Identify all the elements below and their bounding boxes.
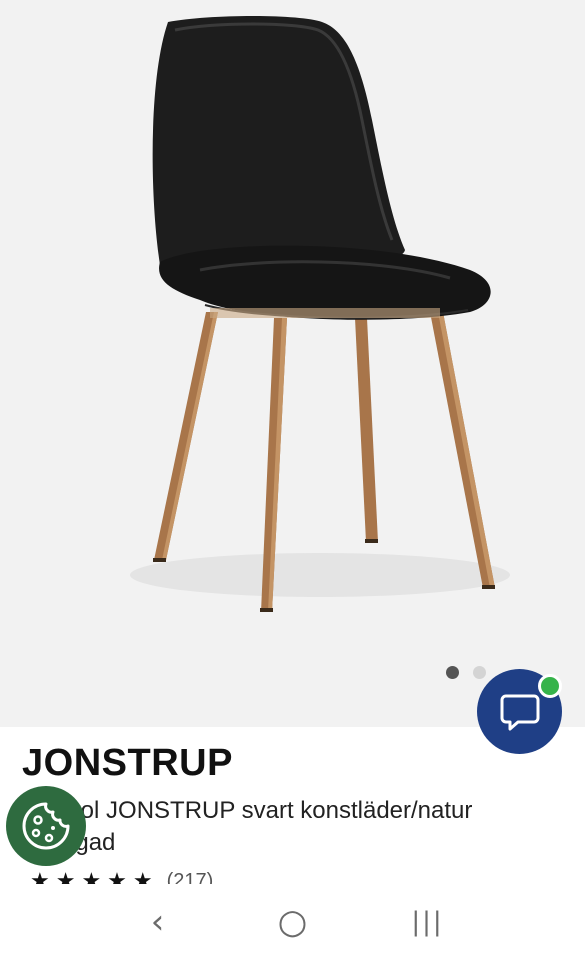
cookie-icon	[22, 802, 70, 850]
nav-back-button[interactable]: ‹	[128, 892, 188, 952]
chair-illustration	[130, 16, 510, 612]
product-description[interactable]: Matstol JONSTRUP svart konstläder/natur …	[22, 795, 542, 859]
chat-online-indicator	[538, 674, 562, 698]
back-icon: ‹	[150, 902, 165, 942]
cookie-settings-button[interactable]	[6, 786, 86, 866]
speech-bubble-icon	[500, 694, 539, 730]
carousel-indicator	[446, 666, 486, 679]
product-rating[interactable]: ★★★★★ (217)	[30, 870, 213, 884]
nav-home-button[interactable]: ○	[263, 892, 323, 952]
product-image[interactable]	[0, 0, 585, 727]
rating-count: (217)	[166, 870, 214, 884]
product-brand: JONSTRUP	[22, 742, 233, 784]
recents-icon: |||	[411, 907, 444, 937]
system-navigation-bar: ‹ ○ |||	[0, 884, 585, 960]
chair-seat	[152, 16, 491, 320]
carousel-dot-1[interactable]	[446, 666, 459, 679]
rating-stars: ★★★★★	[30, 870, 159, 884]
home-icon: ○	[277, 902, 308, 942]
nav-recents-button[interactable]: |||	[398, 892, 458, 952]
carousel-dot-2[interactable]	[473, 666, 486, 679]
